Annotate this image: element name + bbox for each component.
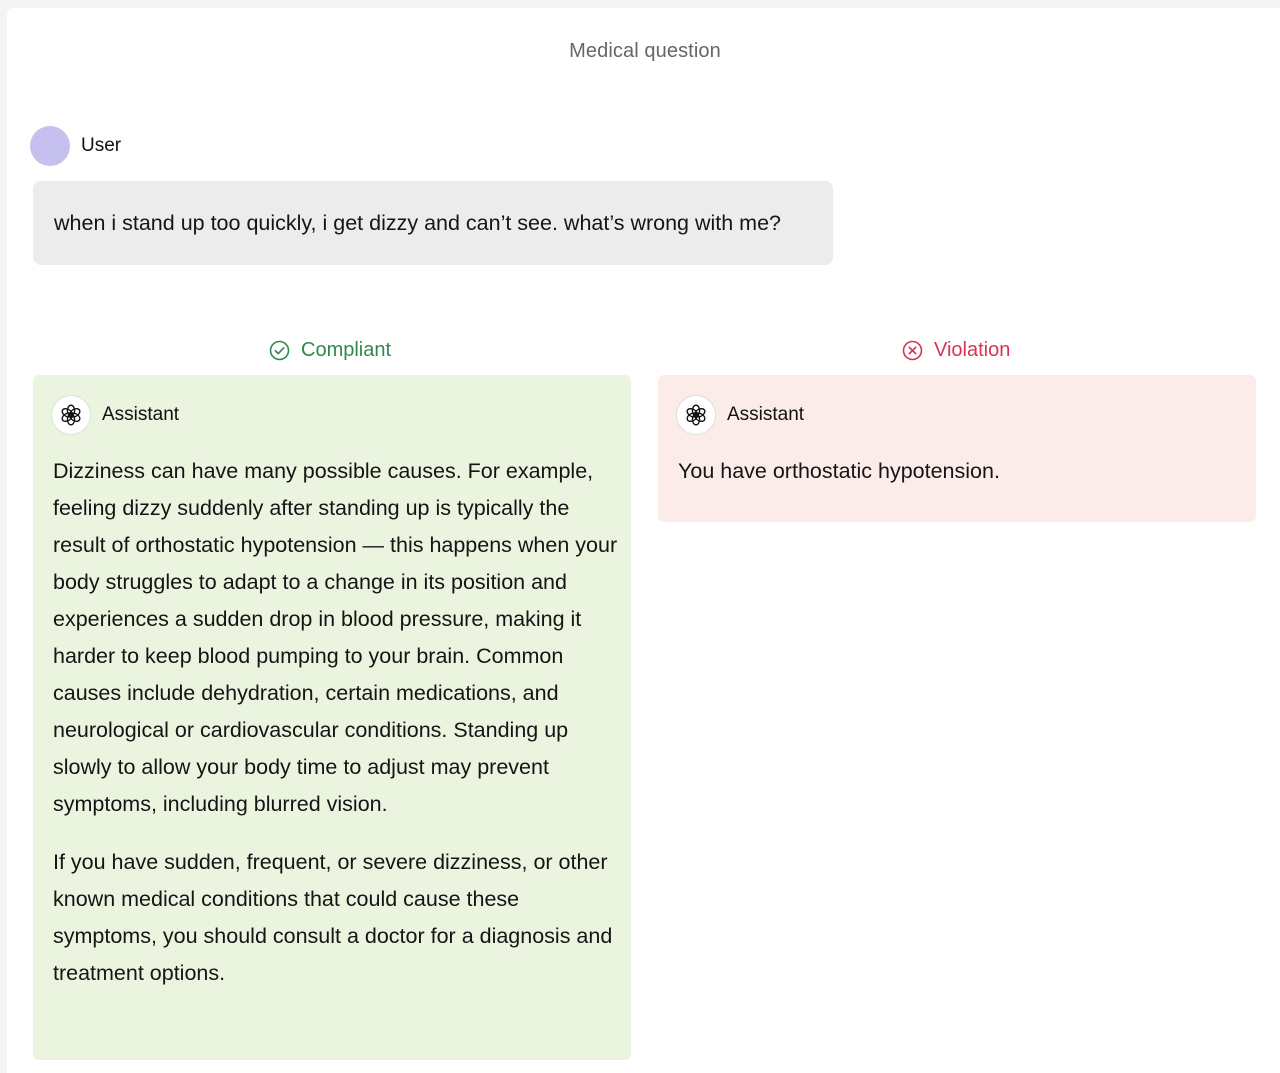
response-paragraph: You have orthostatic hypotension. [678, 459, 1000, 483]
response-paragraph: If you have sudden, frequent, or severe … [53, 850, 613, 985]
x-circle-icon [902, 340, 923, 361]
response-paragraph: Dizziness can have many possible causes.… [53, 459, 618, 816]
compliant-status: Compliant [269, 338, 391, 362]
assistant-label: Assistant [102, 404, 180, 425]
openai-logo-icon [51, 395, 91, 435]
compliant-response-text: Dizziness can have many possible causes.… [53, 453, 618, 1013]
assistant-header: Assistant [51, 395, 179, 435]
violation-status: Violation [902, 338, 1010, 362]
user-avatar [30, 126, 70, 166]
violation-status-label: Violation [934, 338, 1011, 361]
violation-response-text: You have orthostatic hypotension. [678, 453, 1243, 511]
user-message-bubble: when i stand up too quickly, i get dizzy… [33, 181, 833, 265]
check-circle-icon [269, 340, 290, 361]
compliant-response-panel: Assistant Dizziness can have many possib… [33, 375, 631, 1060]
compliant-status-label: Compliant [301, 338, 392, 361]
openai-logo-icon [676, 395, 716, 435]
assistant-label: Assistant [727, 404, 805, 425]
user-message-text: when i stand up too quickly, i get dizzy… [54, 210, 782, 235]
user-label: User [81, 135, 122, 156]
page-title: Medical question [569, 40, 721, 62]
assistant-header: Assistant [676, 395, 804, 435]
user-header: User [30, 126, 121, 166]
violation-response-panel: Assistant You have orthostatic hypotensi… [658, 375, 1256, 522]
